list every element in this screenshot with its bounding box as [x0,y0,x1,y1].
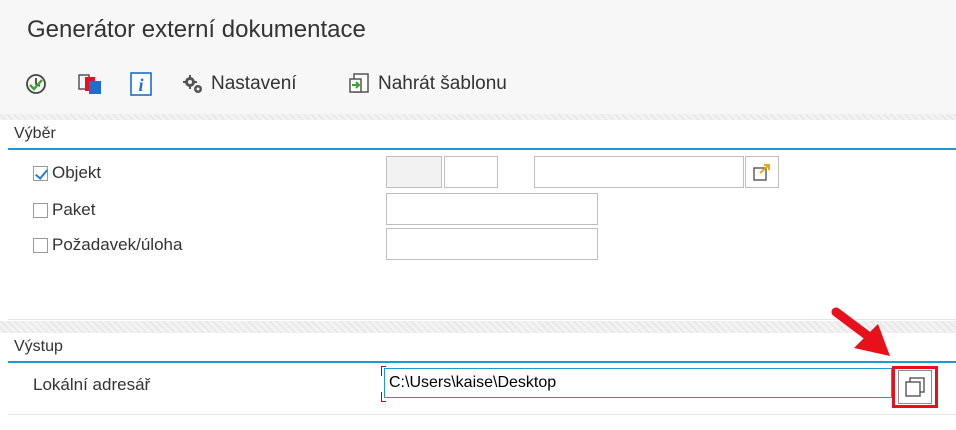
gears-icon [183,75,202,93]
local-dir-input[interactable]: C:\Users\kaise\Desktop [384,368,892,398]
execute-clock-icon [26,74,46,94]
object-name-field[interactable] [534,156,744,188]
multi-object-button[interactable] [77,69,103,99]
output-header: Výstup [8,333,956,363]
info-button[interactable]: i [130,69,152,99]
settings-button[interactable]: Nastavení [181,69,297,99]
object-subtype-field[interactable] [444,156,498,188]
upload-template-button[interactable]: Nahrát šablonu [348,69,507,99]
object-type-field [386,156,442,188]
request-field[interactable] [386,228,598,260]
copy-windows-icon [905,377,925,397]
request-checkbox[interactable] [33,237,48,253]
page-title: Generátor externí dokumentace [27,16,366,43]
toolbar: i Nastavení Nahrát šablonu [0,56,956,114]
object-checkbox-row[interactable]: Objekt [33,163,101,183]
execute-button[interactable] [24,69,48,99]
object-checkbox[interactable] [33,165,48,181]
package-checkbox[interactable] [33,202,48,218]
browse-directory-button[interactable] [898,370,932,404]
red-arrow-icon [831,307,890,356]
settings-label: Nastavení [211,73,297,94]
local-dir-row: Lokální adresář [33,375,150,395]
request-checkbox-row[interactable]: Požadavek/úloha [33,235,182,255]
info-icon: i [130,72,152,96]
select-arrow-icon [753,164,770,181]
local-dir-label: Lokální adresář [33,375,151,394]
request-label: Požadavek/úloha [52,235,183,254]
object-label: Objekt [52,163,102,182]
object-select-button[interactable] [745,156,779,188]
section-separator [0,321,956,333]
package-label: Paket [52,200,96,219]
package-field[interactable] [386,193,598,225]
upload-template-label: Nahrát šablonu [378,73,507,94]
svg-text:i: i [138,75,143,95]
selection-header: Výběr [8,120,956,150]
package-checkbox-row[interactable]: Paket [33,200,95,220]
upload-template-icon [349,73,369,93]
stacked-documents-icon [78,74,101,94]
title-bar: Generátor externí dokumentace [0,0,956,56]
